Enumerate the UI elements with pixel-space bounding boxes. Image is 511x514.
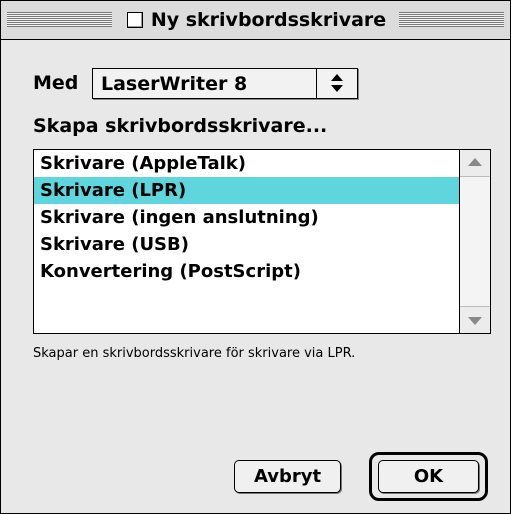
window-title: Ny skrivbordsskrivare: [150, 9, 387, 31]
driver-popup-value: LaserWriter 8: [101, 73, 248, 95]
list-item[interactable]: Skrivare (LPR): [34, 177, 459, 204]
scroll-up-arrow-icon: [468, 158, 482, 166]
scroll-up-button[interactable]: [460, 150, 490, 177]
title-bar-stripes-right: [399, 12, 504, 27]
driver-label: Med: [33, 72, 79, 94]
title-bar-stripes-left: [7, 12, 112, 27]
cancel-button[interactable]: Avbryt: [234, 460, 341, 493]
arrow-down-icon: [331, 85, 343, 92]
section-heading: Skapa skrivbordsskrivare...: [33, 115, 328, 137]
dialog-window: Ny skrivbordsskrivare Med LaserWriter 8 …: [0, 0, 511, 514]
selection-description: Skapar en skrivbordsskrivare för skrivar…: [33, 346, 356, 361]
printer-type-list[interactable]: Skrivare (AppleTalk) Skrivare (LPR) Skri…: [33, 149, 491, 334]
list-item[interactable]: Skrivare (ingen anslutning): [34, 204, 459, 231]
list-item[interactable]: Konvertering (PostScript): [34, 258, 459, 285]
list-item[interactable]: Skrivare (AppleTalk): [34, 150, 459, 177]
list-item[interactable]: Skrivare (USB): [34, 231, 459, 258]
ok-button[interactable]: OK: [378, 460, 479, 493]
driver-popup-menu[interactable]: LaserWriter 8: [92, 68, 358, 99]
arrow-up-icon: [331, 74, 343, 81]
scroll-down-button[interactable]: [460, 306, 490, 333]
popup-arrows-icon: [316, 69, 357, 98]
title-box: Ny skrivbordsskrivare: [114, 8, 399, 32]
close-box-icon[interactable]: [126, 12, 143, 28]
list-items: Skrivare (AppleTalk) Skrivare (LPR) Skri…: [34, 150, 459, 285]
scroll-down-arrow-icon: [468, 317, 482, 325]
list-scrollbar[interactable]: [459, 150, 490, 333]
title-bar[interactable]: Ny skrivbordsskrivare: [1, 1, 510, 40]
